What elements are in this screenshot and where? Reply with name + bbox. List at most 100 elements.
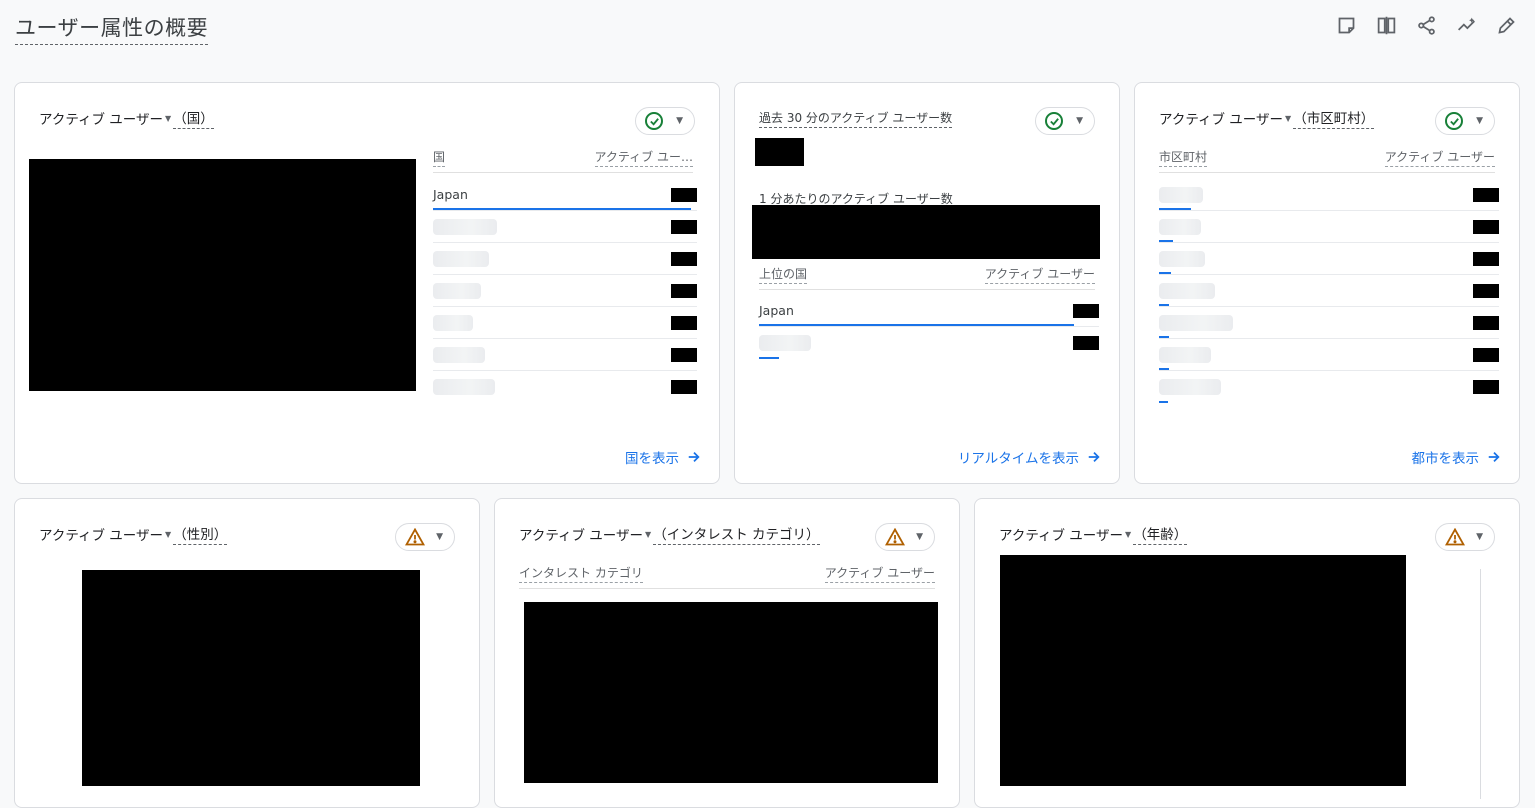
interest-card: アクティブ ユーザー ▼ （インタレスト カテゴリ） ▼ インタレスト カテゴリ… (494, 498, 960, 808)
status-chip[interactable]: ▼ (875, 523, 935, 551)
arrow-right-icon (1088, 452, 1100, 462)
chevron-down-icon: ▼ (1476, 116, 1483, 126)
row-label-blurred (433, 347, 485, 363)
compare-icon[interactable] (1375, 14, 1397, 36)
column-header-users[interactable]: アクティブ ユーザー (824, 564, 935, 583)
table-row[interactable]: Japan (433, 179, 697, 211)
table-header: 国 アクティブ ユー… (433, 148, 693, 173)
status-chip[interactable]: ▼ (1035, 107, 1095, 135)
chevron-down-icon: ▼ (916, 532, 923, 542)
metric-selector[interactable]: アクティブ ユーザー (999, 524, 1123, 544)
chevron-down-icon: ▼ (1476, 532, 1483, 542)
table-row[interactable] (1159, 307, 1499, 339)
table-row[interactable] (1159, 371, 1499, 403)
table-row[interactable] (433, 339, 697, 371)
status-chip[interactable]: ▼ (635, 107, 695, 135)
row-label: Japan (433, 187, 468, 202)
realtime-title[interactable]: 過去 30 分のアクティブ ユーザー数 (759, 109, 953, 128)
view-cities-link[interactable]: 都市を表示 (1412, 447, 1502, 467)
table-row[interactable] (1159, 179, 1499, 211)
edit-icon[interactable] (1495, 14, 1517, 36)
metric-selector[interactable]: アクティブ ユーザー (519, 524, 643, 544)
row-label-blurred (1159, 219, 1201, 235)
view-countries-link[interactable]: 国を表示 (625, 447, 701, 467)
status-chip[interactable]: ▼ (1435, 523, 1495, 551)
table-row[interactable] (433, 275, 697, 307)
value-redacted (1473, 220, 1499, 234)
status-chip[interactable]: ▼ (395, 523, 455, 551)
check-circle-icon (1045, 112, 1063, 130)
caret-down-icon[interactable]: ▼ (1285, 114, 1291, 123)
table-row[interactable] (1159, 211, 1499, 243)
value-redacted (671, 220, 697, 234)
column-header-country[interactable]: 国 (433, 148, 446, 167)
row-label: Japan (759, 303, 794, 318)
table-row[interactable] (433, 371, 697, 403)
check-circle-icon (1445, 112, 1463, 130)
arrow-right-icon (1488, 452, 1500, 462)
realtime-count-redacted (755, 138, 804, 166)
table-row[interactable]: Japan (759, 295, 1099, 327)
column-header-top-country[interactable]: 上位の国 (759, 265, 808, 284)
arrow-right-icon (688, 452, 700, 462)
column-header-users[interactable]: アクティブ ユーザー (1384, 148, 1495, 167)
dimension-label[interactable]: （国） (173, 107, 214, 129)
row-label-blurred (759, 335, 811, 351)
value-redacted (1073, 304, 1099, 318)
column-header-users[interactable]: アクティブ ユーザー (984, 265, 1095, 284)
realtime-card: 過去 30 分のアクティブ ユーザー数 ▼ 1 分あたりのアクティブ ユーザー数… (734, 82, 1120, 484)
share-icon[interactable] (1415, 14, 1437, 36)
row-label-blurred (433, 283, 481, 299)
warning-icon (405, 528, 425, 546)
row-label-blurred (1159, 187, 1203, 203)
check-circle-icon (645, 112, 663, 130)
column-header-interest[interactable]: インタレスト カテゴリ (519, 564, 643, 583)
value-bar (1159, 304, 1169, 306)
value-redacted (671, 188, 697, 202)
dimension-label[interactable]: （性別） (173, 523, 228, 545)
table-row[interactable] (1159, 243, 1499, 275)
caret-down-icon[interactable]: ▼ (165, 530, 171, 539)
insights-icon[interactable] (1455, 14, 1477, 36)
value-bar (1159, 240, 1173, 242)
card-title: アクティブ ユーザー ▼ （年齢） (999, 523, 1188, 545)
status-chip[interactable]: ▼ (1435, 107, 1495, 135)
toolbar (1335, 14, 1517, 36)
notes-icon[interactable] (1335, 14, 1357, 36)
dimension-label[interactable]: （市区町村） (1293, 107, 1375, 129)
metric-selector[interactable]: アクティブ ユーザー (1159, 108, 1283, 128)
value-redacted (671, 252, 697, 266)
card-title: アクティブ ユーザー ▼ （市区町村） (1159, 107, 1375, 129)
value-bar (759, 357, 779, 359)
column-header-users[interactable]: アクティブ ユー… (594, 148, 693, 167)
table-row[interactable] (759, 327, 1099, 359)
metric-selector[interactable]: アクティブ ユーザー (39, 108, 163, 128)
dimension-label[interactable]: （年齢） (1133, 523, 1188, 545)
page-title[interactable]: ユーザー属性の概要 (15, 12, 209, 45)
caret-down-icon[interactable]: ▼ (165, 114, 171, 123)
table-row[interactable] (433, 211, 697, 243)
city-card: アクティブ ユーザー ▼ （市区町村） ▼ 市区町村 アクティブ ユーザー 都市… (1134, 82, 1520, 484)
row-label-blurred (1159, 251, 1205, 267)
row-label-blurred (1159, 379, 1221, 395)
view-realtime-link[interactable]: リアルタイムを表示 (958, 447, 1101, 467)
table-row[interactable] (1159, 275, 1499, 307)
dimension-label[interactable]: （インタレスト カテゴリ） (653, 523, 820, 545)
metric-selector[interactable]: アクティブ ユーザー (39, 524, 163, 544)
card-title: アクティブ ユーザー ▼ （性別） (39, 523, 228, 545)
row-label-blurred (433, 219, 497, 235)
table-row[interactable] (433, 243, 697, 275)
value-redacted (671, 348, 697, 362)
table-row[interactable] (1159, 339, 1499, 371)
value-bar (1159, 208, 1191, 210)
gender-card: アクティブ ユーザー ▼ （性別） ▼ (14, 498, 480, 808)
value-redacted (1473, 316, 1499, 330)
caret-down-icon[interactable]: ▼ (645, 530, 651, 539)
link-label: リアルタイムを表示 (957, 451, 1079, 467)
value-bar (1159, 401, 1168, 403)
value-redacted (671, 380, 697, 394)
table-row[interactable] (433, 307, 697, 339)
column-header-city[interactable]: 市区町村 (1159, 148, 1208, 167)
caret-down-icon[interactable]: ▼ (1125, 530, 1131, 539)
chart-axis-line (1480, 569, 1481, 799)
